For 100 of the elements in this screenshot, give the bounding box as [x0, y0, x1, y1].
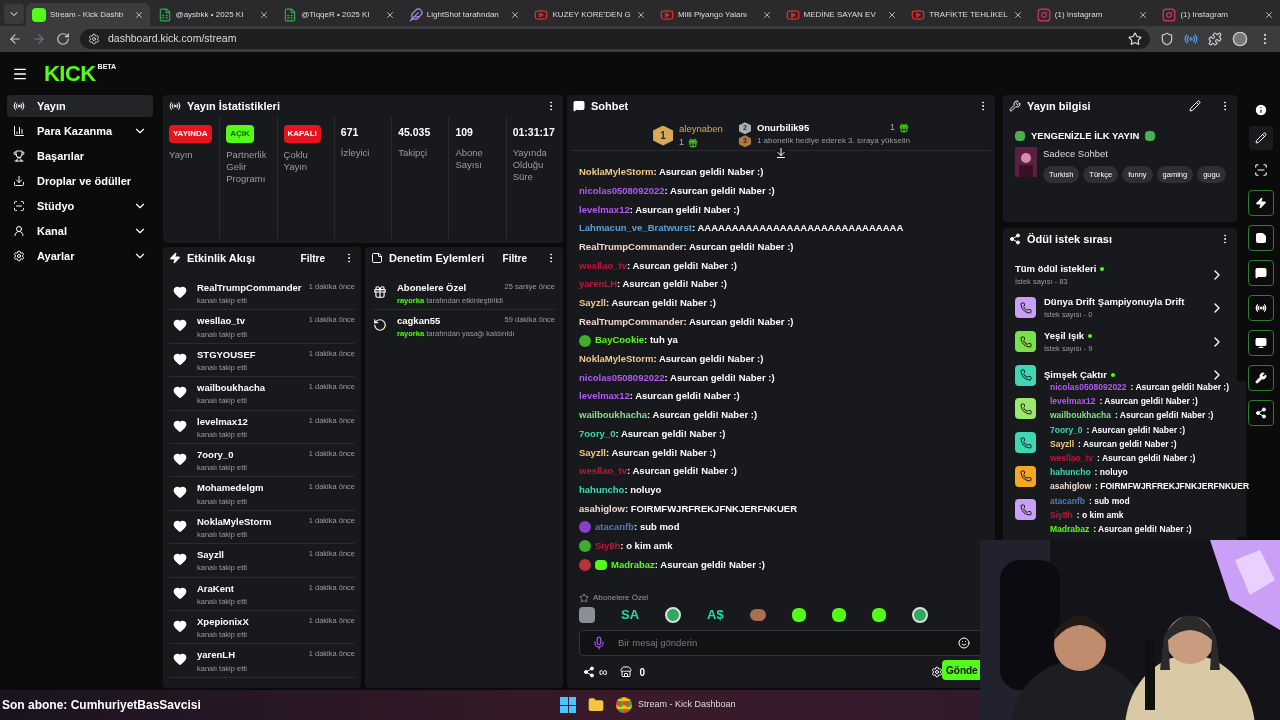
message-field[interactable]: Bir mesaj gönderin	[579, 630, 983, 656]
close-icon[interactable]	[133, 9, 144, 20]
emote-blob-icon[interactable]	[831, 608, 846, 622]
back-icon[interactable]	[8, 32, 22, 46]
settings-icon[interactable]	[931, 666, 943, 678]
emoji-icon[interactable]	[958, 637, 970, 649]
emote-avatar[interactable]	[579, 607, 595, 623]
reward-title: Yeşil Işık	[1044, 328, 1085, 343]
close-icon[interactable]	[1012, 9, 1023, 20]
category-name: Sadece Sohbet	[1043, 147, 1109, 162]
stream-title: YENGENİZLE İLK YAYIN	[1031, 129, 1140, 143]
overlay-chat-message: Madrabaz : Asurcan geldi! Naber :)	[1050, 522, 1192, 536]
browser-tab[interactable]: TRAFİKTE TEHLİKEL	[905, 3, 1029, 26]
edit-icon[interactable]	[1189, 100, 1201, 112]
store-icon[interactable]	[619, 666, 632, 678]
rail-button[interactable]	[1248, 190, 1274, 216]
emote-blob-icon[interactable]	[871, 608, 886, 622]
emote-section-label: Abonelere Özel	[593, 592, 649, 604]
browser-tab[interactable]: @aysbkk • 2025 KI	[151, 3, 276, 26]
close-icon[interactable]	[761, 9, 772, 20]
rail-button[interactable]	[1248, 365, 1274, 391]
extensions-icon[interactable]	[1208, 32, 1222, 46]
folder-icon[interactable]	[588, 697, 604, 713]
video-icon	[660, 7, 674, 22]
mic-icon[interactable]	[592, 636, 606, 650]
emote-globe-icon[interactable]	[665, 607, 682, 623]
windows-icon[interactable]	[560, 697, 576, 713]
camera-icon	[1162, 7, 1177, 22]
rail-button[interactable]	[1248, 225, 1274, 251]
rail-button[interactable]	[1248, 260, 1274, 286]
gift-icon	[688, 137, 699, 148]
focus-icon[interactable]	[1254, 163, 1268, 177]
rail-button[interactable]	[1248, 330, 1274, 356]
gift-icon	[898, 123, 909, 134]
close-icon[interactable]	[636, 9, 646, 20]
heart-icon	[173, 285, 187, 299]
browser-tab[interactable]: KUZEY KORE'DEN G	[528, 3, 652, 26]
kick-logo[interactable]: KICK	[44, 62, 96, 85]
follower-name: RealTrumpCommander	[197, 281, 303, 295]
stat-value: 01:31:17	[512, 125, 556, 140]
filter-button[interactable]: Filtre	[502, 250, 527, 266]
profile-icon[interactable]	[1232, 31, 1248, 47]
sidebar-item[interactable]: Droplar ve ödüller	[7, 170, 153, 192]
browser-tab[interactable]: Milli Piyango Yalanı	[654, 3, 778, 26]
close-icon[interactable]	[510, 9, 521, 20]
browser-tab[interactable]: @TiqqeR • 2025 KI	[277, 3, 401, 26]
forward-icon[interactable]	[32, 32, 46, 46]
overlay-chat-message: hahuncho : noluyo	[1050, 466, 1128, 480]
info-icon[interactable]	[1254, 103, 1268, 117]
sidebar-item[interactable]: Ayarlar	[7, 245, 153, 267]
follower-name: Mohamedelgm	[197, 481, 265, 496]
close-icon[interactable]	[1264, 9, 1275, 20]
browser-tab[interactable]: Stream - Kick Dashb	[25, 3, 150, 26]
emote-face-icon[interactable]	[749, 609, 766, 621]
rank-badge: 1	[653, 125, 674, 146]
browser-tab[interactable]: LightShot tarafından	[402, 3, 527, 26]
nav-icon	[13, 250, 25, 262]
filter-button[interactable]: Filtre	[300, 250, 325, 266]
extension-icon[interactable]	[1160, 32, 1174, 46]
close-icon[interactable]	[1138, 9, 1149, 20]
taskbar-window[interactable]: Stream - Kick Dashboan	[616, 697, 736, 713]
browser-tab[interactable]: (1) Instagram	[1156, 3, 1280, 26]
heart-icon	[173, 518, 187, 533]
overlay-chat-message: Siy8h : o kim amk	[1050, 508, 1124, 522]
camera-icon	[1036, 7, 1051, 22]
text-emote[interactable]: A$	[707, 605, 724, 625]
emote-blob-icon[interactable]	[791, 608, 806, 622]
sidebar-item[interactable]: Yayın	[7, 95, 153, 117]
rail-button[interactable]	[1248, 295, 1274, 321]
panel-title: Ödül istek sırası	[1027, 231, 1112, 247]
chat-message: wesllao_tv: Asurcan geldi! Naber :)	[579, 258, 738, 273]
status-badge: AÇIK	[226, 125, 254, 143]
send-button[interactable]: Gönde	[942, 660, 980, 680]
chat-message: Sayzll: Asurcan geldi! Naber :)	[579, 296, 716, 311]
text-emote[interactable]: SA	[621, 605, 640, 625]
sidebar-item[interactable]: Stüdyo	[7, 195, 153, 217]
close-icon[interactable]	[384, 9, 395, 20]
url-field[interactable]: dashboard.kick.com/stream	[80, 29, 1150, 49]
close-icon[interactable]	[259, 9, 270, 20]
bookmark-icon[interactable]	[1128, 32, 1142, 46]
close-icon[interactable]	[887, 9, 898, 20]
reward-title: Şimşek Çaktır	[1044, 368, 1107, 383]
sidebar-item[interactable]: Başarılar	[7, 145, 153, 167]
browser-tab[interactable]: MEDİNE SAYAN EV	[779, 3, 904, 26]
heart-icon	[173, 585, 187, 600]
site-settings-icon[interactable]	[88, 33, 100, 45]
heart-icon	[173, 485, 187, 500]
sidebar-item[interactable]: Para Kazanma	[7, 120, 153, 142]
leader-name: aleynaben	[679, 121, 723, 136]
emote-globe-icon[interactable]	[911, 607, 928, 623]
edit-button[interactable]	[1249, 126, 1273, 150]
tab-list-button[interactable]	[4, 4, 24, 24]
reload-icon[interactable]	[56, 32, 70, 46]
extension-icon[interactable]	[1184, 32, 1198, 46]
sheet-icon	[157, 7, 172, 22]
follower-name: XpepionixX	[197, 614, 250, 629]
browser-tab[interactable]: (1) Instagram	[1030, 3, 1155, 26]
video-icon	[785, 7, 800, 22]
sidebar-item[interactable]: Kanal	[7, 220, 153, 242]
rail-button[interactable]	[1248, 400, 1274, 426]
